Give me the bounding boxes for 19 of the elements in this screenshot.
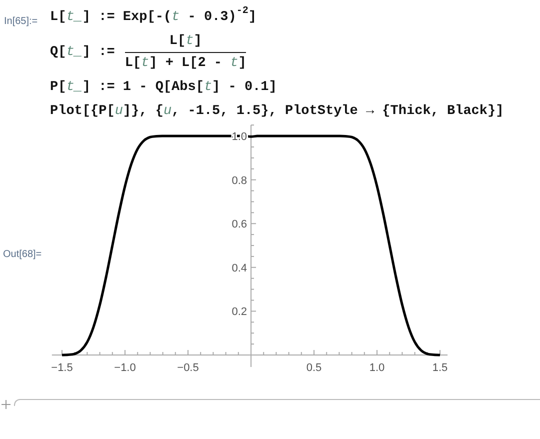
tick-label: 0.8 [232, 174, 247, 187]
tick-label: 0.5 [306, 362, 322, 374]
tick-label: 0.2 [232, 306, 247, 318]
input-label: In[65]:= [4, 15, 39, 29]
fraction-numerator: L[t] [169, 34, 202, 49]
code-line: Q[t_] := [50, 45, 115, 60]
tick-label: −0.5 [177, 362, 199, 374]
tick-label: 0.6 [232, 218, 247, 231]
tick-label: −1.0 [114, 362, 136, 374]
code-line: P[t_] := 1 - Q[Abs[t] - 0.1] [50, 80, 278, 95]
code-line: Plot[{P[u]}, {u, -1.5, 1.5}, PlotStyle → {Thick, Black}] [50, 104, 504, 119]
fraction-denominator: L[t] + L[2 - t] [124, 56, 246, 71]
tick-label: 1.5 [432, 362, 448, 374]
tick-label: 1.0 [232, 131, 247, 143]
cell-insertion-bar[interactable] [14, 399, 540, 406]
tick-label: 0.4 [232, 262, 247, 274]
tick-label: −1.5 [51, 362, 73, 374]
tick-label: 1.0 [369, 362, 385, 374]
output-label: Out[68]= [2, 248, 43, 260]
